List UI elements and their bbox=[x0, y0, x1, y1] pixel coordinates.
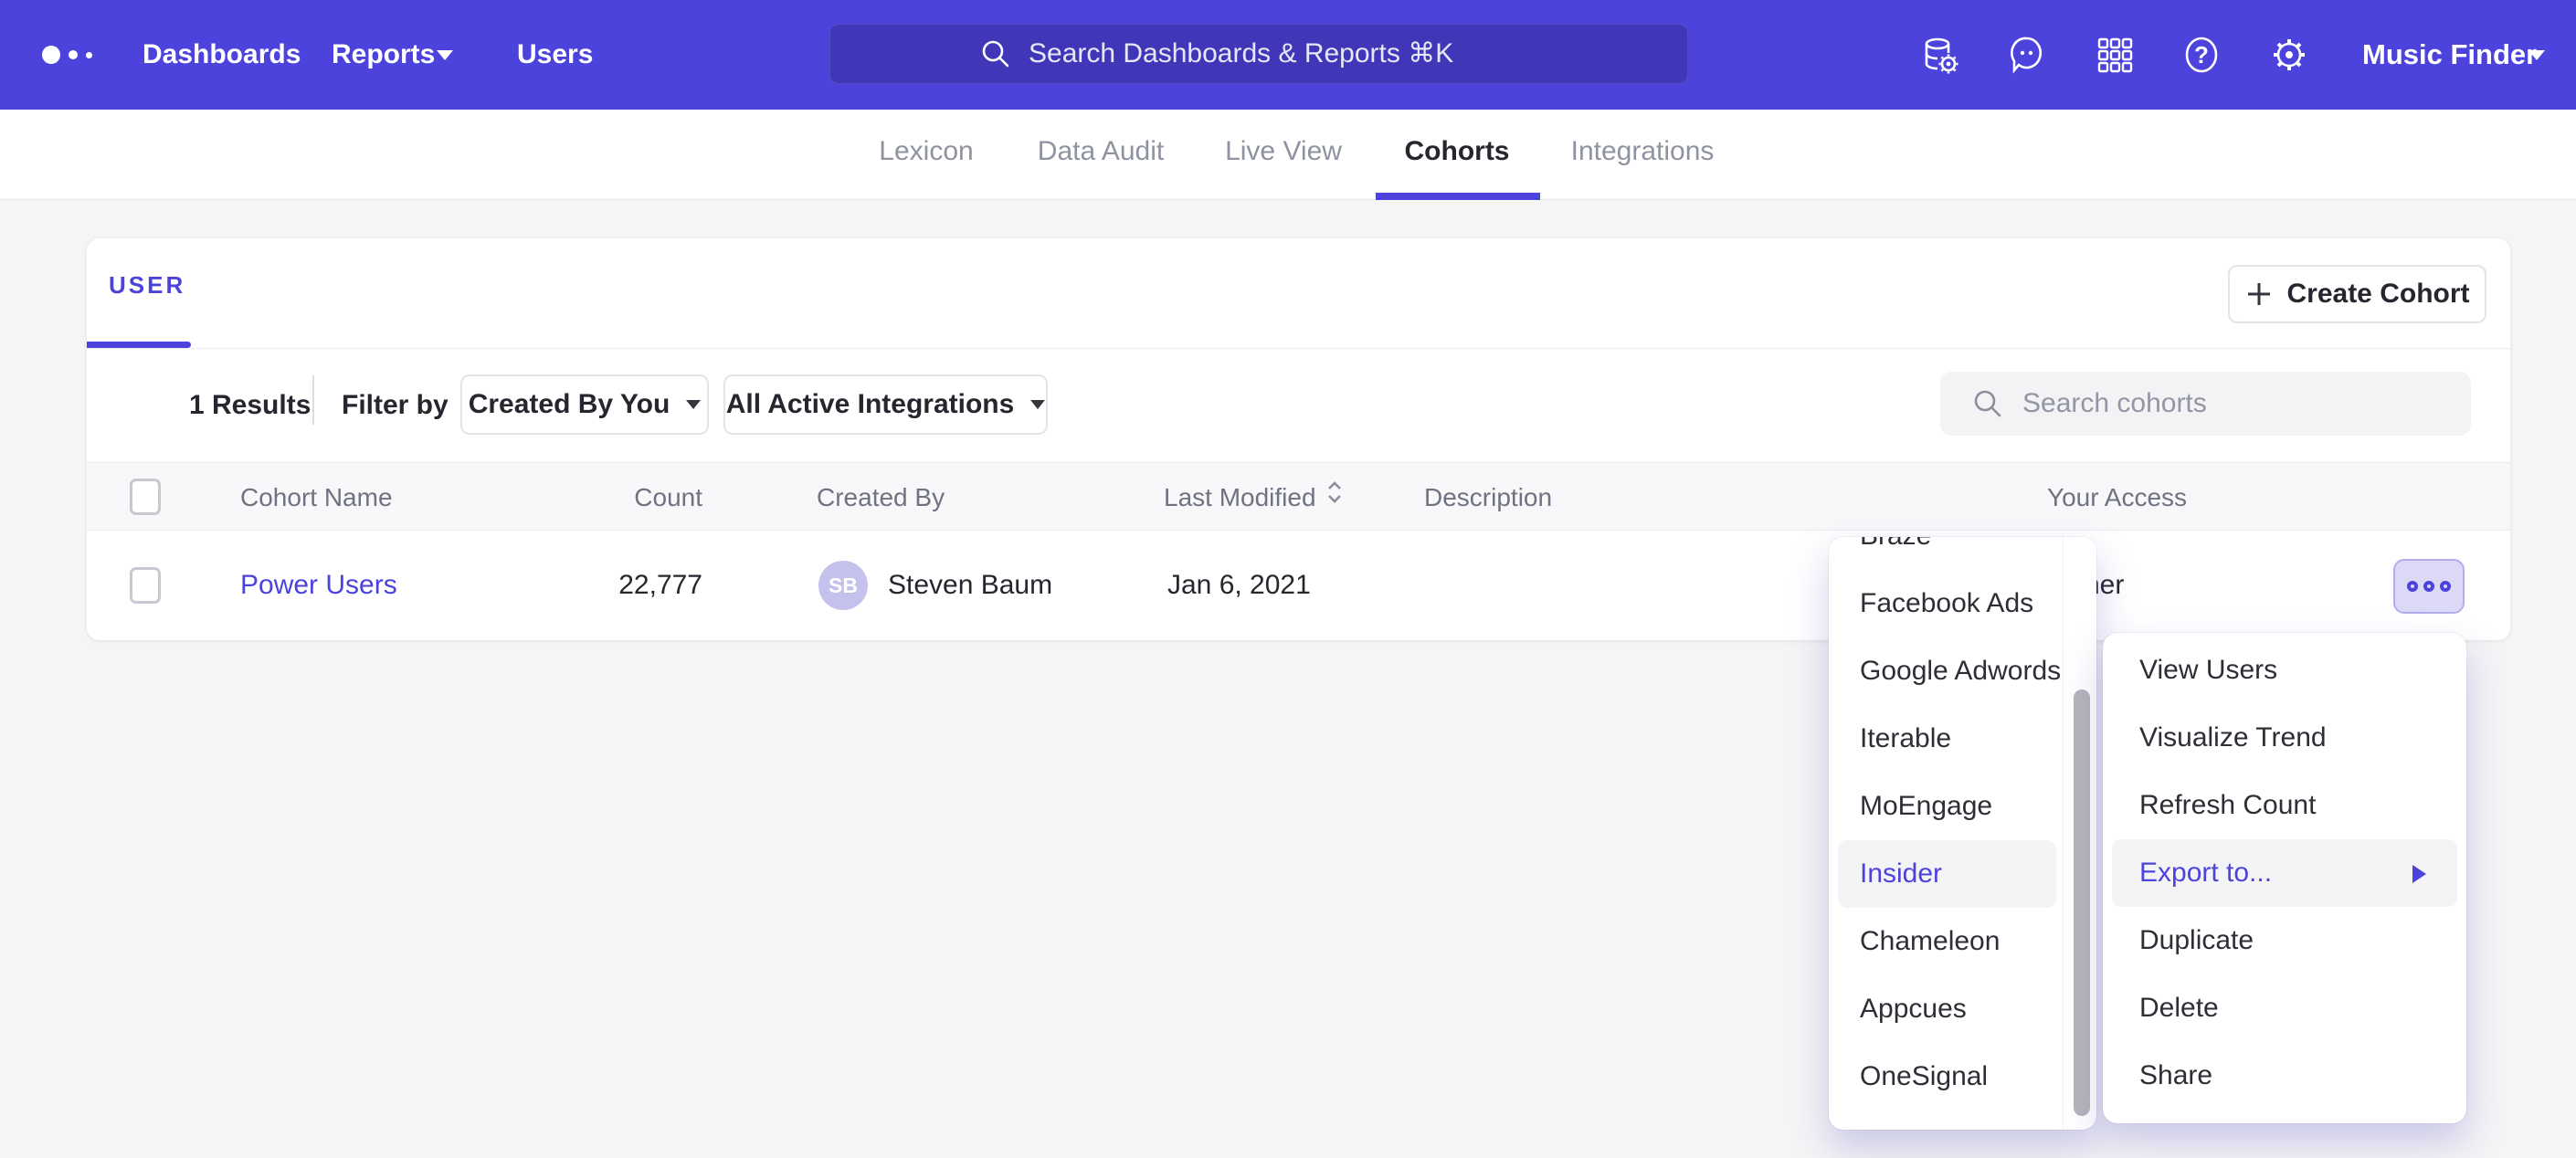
submenu-item-onesignal[interactable]: OneSignal bbox=[1829, 1043, 2063, 1111]
menu-item-refresh-count[interactable]: Refresh Count bbox=[2103, 772, 2466, 839]
search-icon bbox=[979, 37, 1012, 70]
top-navbar: Dashboards Reports Users bbox=[0, 0, 2576, 110]
submenu-item-appcues[interactable]: Appcues bbox=[1829, 975, 2063, 1043]
submenu-item-iterable[interactable]: Iterable bbox=[1829, 705, 2063, 773]
user-tab-underline bbox=[87, 342, 191, 348]
menu-item-view-users[interactable]: View Users bbox=[2103, 637, 2466, 704]
results-count: 1 Results bbox=[189, 390, 311, 421]
caret-down-icon bbox=[686, 400, 701, 409]
ellipsis-icon bbox=[2423, 581, 2434, 592]
column-description: Description bbox=[1424, 463, 1552, 532]
ellipsis-icon bbox=[2440, 581, 2451, 592]
search-icon bbox=[1971, 387, 2004, 420]
tab-integrations[interactable]: Integrations bbox=[1571, 110, 1715, 193]
created-by-dropdown-value: Created By You bbox=[469, 389, 670, 420]
cohort-search-bar[interactable] bbox=[1940, 372, 2471, 436]
submenu-item-google-adwords[interactable]: Google Adwords bbox=[1829, 637, 2063, 705]
column-created-by: Created By bbox=[817, 463, 945, 532]
tab-data-audit[interactable]: Data Audit bbox=[1038, 110, 1164, 193]
arrow-right-icon bbox=[2412, 865, 2426, 883]
cohort-search-input[interactable] bbox=[2021, 387, 2471, 420]
created-by-value: Steven Baum bbox=[888, 531, 1052, 640]
filter-by-label: Filter by bbox=[342, 390, 449, 421]
row-more-actions-button[interactable] bbox=[2393, 559, 2465, 614]
row-actions-menu: View Users Visualize Trend Refresh Count… bbox=[2103, 633, 2466, 1123]
caret-down-icon bbox=[1030, 400, 1045, 409]
global-search-bar[interactable] bbox=[829, 24, 1688, 84]
create-cohort-label: Create Cohort bbox=[2286, 279, 2469, 310]
last-modified-value: Jan 6, 2021 bbox=[1167, 531, 1311, 640]
column-cohort-name: Cohort Name bbox=[240, 463, 393, 532]
cohort-count: 22,777 bbox=[525, 531, 702, 640]
table-header: Cohort Name Count Created By Last Modifi… bbox=[87, 462, 2510, 531]
tab-live-view[interactable]: Live View bbox=[1225, 110, 1342, 193]
chat-bubble-icon[interactable] bbox=[2005, 33, 2049, 77]
sort-icon[interactable] bbox=[1325, 463, 1344, 532]
row-checkbox[interactable] bbox=[130, 567, 161, 604]
nav-dashboards[interactable]: Dashboards bbox=[143, 0, 301, 110]
tab-user-cohorts[interactable]: USER bbox=[109, 271, 185, 300]
mixpanel-logo-icon[interactable] bbox=[42, 0, 92, 110]
integrations-dropdown[interactable]: All Active Integrations bbox=[723, 374, 1048, 435]
submenu-item-braze[interactable]: Braze bbox=[1829, 537, 2063, 570]
submenu-item-facebook-ads[interactable]: Facebook Ads bbox=[1829, 570, 2063, 637]
column-your-access: Your Access bbox=[2047, 463, 2187, 532]
submenu-item-moengage[interactable]: MoEngage bbox=[1829, 773, 2063, 840]
export-integrations-submenu: Braze Facebook Ads Google Adwords Iterab… bbox=[1829, 537, 2096, 1130]
menu-item-share[interactable]: Share bbox=[2103, 1042, 2466, 1110]
create-cohort-button[interactable]: Create Cohort bbox=[2228, 265, 2486, 323]
table-row: Power Users 22,777 SB Steven Baum Jan 6,… bbox=[87, 531, 2510, 640]
avatar: SB bbox=[818, 561, 868, 610]
cohort-name-link[interactable]: Power Users bbox=[240, 531, 397, 640]
column-last-modified: Last Modified bbox=[1164, 463, 1344, 532]
help-circle-icon[interactable]: ? bbox=[2180, 33, 2223, 77]
caret-down-icon bbox=[2528, 50, 2545, 60]
tab-cohorts[interactable]: Cohorts bbox=[1405, 110, 1510, 193]
created-by-dropdown[interactable]: Created By You bbox=[460, 374, 709, 435]
database-gear-icon[interactable] bbox=[1918, 33, 1962, 77]
gear-icon[interactable] bbox=[2267, 33, 2311, 77]
integrations-dropdown-value: All Active Integrations bbox=[726, 389, 1015, 420]
menu-item-duplicate[interactable]: Duplicate bbox=[2103, 907, 2466, 974]
ellipsis-icon bbox=[2407, 581, 2418, 592]
select-all-checkbox[interactable] bbox=[130, 479, 161, 515]
submenu-scrollbar-thumb[interactable] bbox=[2074, 690, 2090, 1116]
svg-text:?: ? bbox=[2194, 41, 2209, 68]
apps-grid-icon[interactable] bbox=[2093, 33, 2137, 77]
column-last-modified-label: Last Modified bbox=[1164, 483, 1316, 511]
menu-item-export-to[interactable]: Export to... bbox=[2112, 839, 2457, 907]
tab-lexicon[interactable]: Lexicon bbox=[879, 110, 973, 193]
divider bbox=[312, 375, 314, 425]
submenu-item-chameleon[interactable]: Chameleon bbox=[1829, 908, 2063, 975]
global-search-input[interactable] bbox=[1027, 37, 1538, 70]
caret-down-icon bbox=[437, 50, 453, 60]
submenu-item-insider[interactable]: Insider bbox=[1838, 840, 2056, 908]
cohorts-panel: USER Create Cohort 1 Results Filter by C… bbox=[87, 238, 2510, 640]
menu-item-visualize-trend[interactable]: Visualize Trend bbox=[2103, 704, 2466, 772]
project-switcher[interactable]: Music Finder bbox=[2362, 0, 2537, 110]
menu-item-delete[interactable]: Delete bbox=[2103, 974, 2466, 1042]
plus-icon bbox=[2244, 279, 2274, 309]
active-tab-underline bbox=[1376, 193, 1540, 200]
divider bbox=[87, 348, 2510, 349]
menu-item-export-to-label: Export to... bbox=[2139, 858, 2272, 889]
nav-users[interactable]: Users bbox=[517, 0, 593, 110]
nav-reports[interactable]: Reports bbox=[332, 0, 435, 110]
app-window: Dashboards Reports Users bbox=[0, 0, 2576, 1158]
column-count: Count bbox=[525, 463, 702, 532]
